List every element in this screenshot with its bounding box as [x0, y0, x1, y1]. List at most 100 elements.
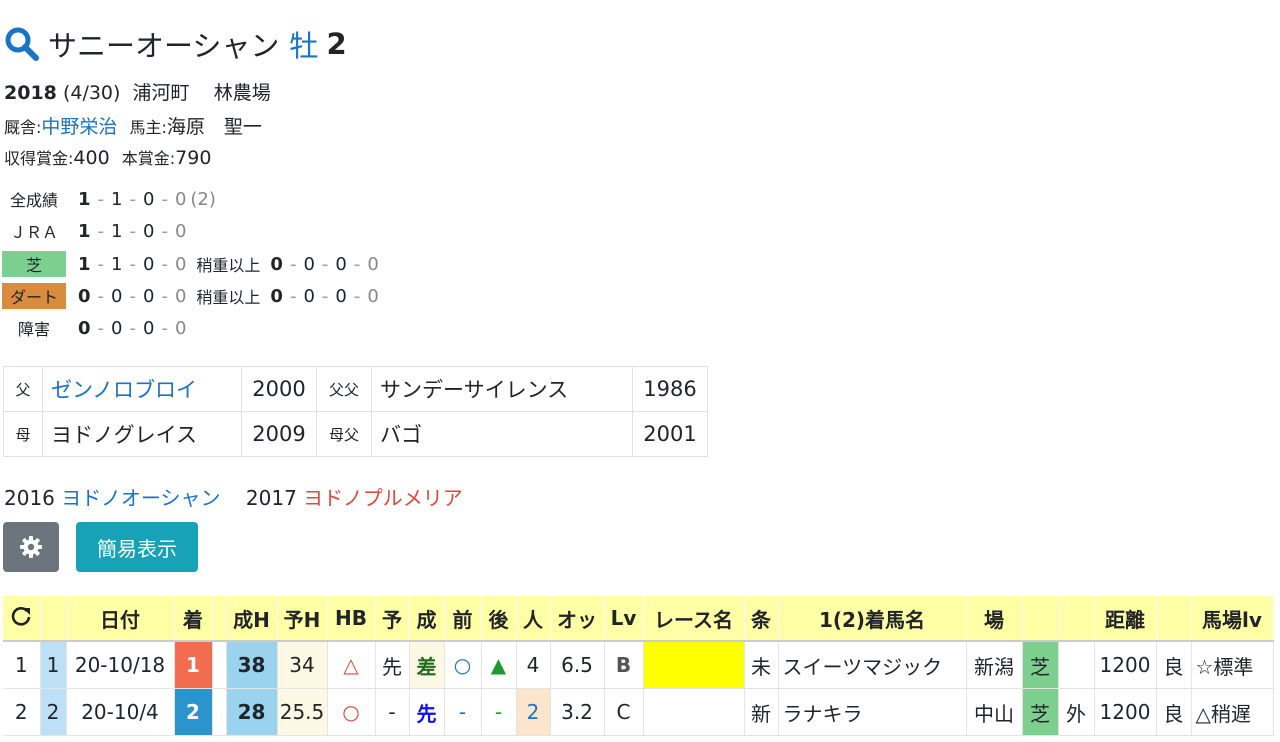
- col-header-track-lv[interactable]: 馬場lv: [1191, 596, 1274, 641]
- col-header-hb[interactable]: HB: [327, 596, 376, 641]
- birth-location: 浦河町: [132, 82, 190, 104]
- gear-icon: [20, 536, 42, 558]
- yo-value: -: [375, 688, 410, 736]
- sire-link[interactable]: ゼンノロブロイ: [42, 366, 242, 412]
- inout: [1058, 640, 1095, 689]
- settings-button[interactable]: [3, 522, 59, 572]
- record-other: 0: [174, 220, 187, 242]
- course: 中山: [966, 688, 1023, 736]
- rival-horse-name[interactable]: ラナキラ: [778, 688, 967, 736]
- col-header: [212, 596, 227, 641]
- record-extra: (2): [190, 188, 216, 210]
- birth-date: (4/30): [62, 82, 121, 104]
- col-header-mae[interactable]: 前: [444, 596, 482, 641]
- race-name[interactable]: [643, 640, 745, 689]
- sibling-year: 2017: [245, 486, 297, 510]
- race-condition: 未: [744, 640, 779, 689]
- going: 良: [1156, 640, 1192, 689]
- record-second: 0: [111, 317, 123, 339]
- distance: 1200: [1094, 688, 1157, 736]
- going: 良: [1156, 688, 1192, 736]
- trainer-link[interactable]: 中野栄治: [41, 116, 117, 138]
- distance: 1200: [1094, 640, 1157, 689]
- record-win: 0: [78, 285, 91, 307]
- breeder: 林農場: [213, 82, 271, 104]
- col-header-distance[interactable]: 距離: [1094, 596, 1157, 641]
- record-other: 0: [174, 317, 187, 339]
- col-header-yo[interactable]: 予: [375, 596, 410, 641]
- col-header-yoh[interactable]: 予H: [277, 596, 328, 641]
- col-header-finish[interactable]: 着: [174, 596, 213, 641]
- rival-horse-name[interactable]: スイーツマジック: [778, 640, 967, 689]
- owner-label: 馬主:: [129, 118, 167, 137]
- table-row[interactable]: 1 1 20-10/18 1 38 34 △ 先 差 ○ ▲ 4 6.5 B 未…: [3, 640, 1274, 689]
- record-turf: 芝 1- 1- 0- 0 稍重以上 0- 0- 0- 0: [2, 250, 379, 278]
- col-header-ato[interactable]: 後: [481, 596, 517, 641]
- horse-age: 2: [326, 27, 347, 61]
- record-sub-label: 稍重以上: [196, 256, 261, 275]
- sire-sire-label: 父父: [316, 366, 372, 412]
- table-row[interactable]: 2 2 20-10/4 2 28 25.5 ○ - 先 - - 2 3.2 C …: [3, 688, 1274, 736]
- col-header-seih[interactable]: 成H: [226, 596, 278, 641]
- record-sub-other: 0: [367, 285, 379, 307]
- yo-value: 先: [375, 640, 410, 689]
- record-sub-second: 0: [303, 253, 315, 275]
- search-icon[interactable]: [4, 26, 40, 62]
- spacer-cell: [212, 640, 227, 689]
- finish-position: 1: [174, 640, 213, 689]
- sei-value: 差: [409, 640, 445, 689]
- seih-value: 38: [226, 640, 278, 689]
- row-index: 1: [40, 640, 67, 689]
- stable-line: 厩舎:中野栄治 馬主:海原 聖一: [4, 112, 262, 139]
- race-name[interactable]: [643, 688, 745, 736]
- horse-name: サニーオーシャン: [48, 29, 280, 63]
- record-other: 0: [174, 285, 187, 307]
- col-header: [1022, 596, 1059, 641]
- yoh-value: 34: [277, 640, 328, 689]
- record-other: 0: [174, 253, 187, 275]
- mae-mark: ○: [444, 640, 482, 689]
- dam-name: ヨドノグレイス: [42, 411, 242, 457]
- pedigree-row-sire: 父 ゼンノロブロイ 2000 父父 サンデーサイレンス 1986: [3, 366, 708, 412]
- prize-line: 収得賞金:400 本賞金:790: [4, 145, 211, 169]
- col-header-odds[interactable]: オッ: [550, 596, 605, 641]
- sibling-link[interactable]: ヨドノオーシャン: [61, 486, 220, 510]
- hb-mark: ○: [327, 688, 376, 736]
- record-second: 1: [111, 253, 123, 275]
- birth-line: 2018 (4/30) 浦河町 林農場: [4, 78, 271, 105]
- race-date: 20-10/18: [66, 640, 175, 689]
- pedigree-table: 父 ゼンノロブロイ 2000 父父 サンデーサイレンス 1986 母 ヨドノグレ…: [3, 366, 708, 457]
- col-header-lv[interactable]: Lv: [604, 596, 644, 641]
- col-header-rival[interactable]: 1(2)着馬名: [778, 596, 967, 641]
- record-label: 芝: [2, 251, 66, 277]
- horse-sex: 牡: [289, 29, 319, 63]
- record-jra: ＪＲＡ 1- 1- 0- 0: [2, 217, 186, 245]
- course: 新潟: [966, 640, 1023, 689]
- col-header-popularity[interactable]: 人: [516, 596, 551, 641]
- simple-view-button[interactable]: 簡易表示: [76, 522, 198, 572]
- record-second: 0: [111, 285, 123, 307]
- col-header-course[interactable]: 場: [966, 596, 1023, 641]
- record-sub-third: 0: [335, 253, 347, 275]
- col-header-race-name[interactable]: レース名: [643, 596, 745, 641]
- col-header: [40, 596, 67, 641]
- col-header-condition[interactable]: 条: [744, 596, 779, 641]
- sire-sire-name: サンデーサイレンス: [371, 366, 633, 412]
- birth-year: 2018: [4, 82, 57, 104]
- sibling-link[interactable]: ヨドノプルメリア: [303, 486, 463, 510]
- refresh-button[interactable]: [3, 596, 41, 641]
- siblings-line: 2016 ヨドノオーシャン 2017 ヨドノプルメリア: [4, 482, 463, 511]
- spacer-cell: [212, 688, 227, 736]
- ato-mark: -: [481, 688, 517, 736]
- row-index: 2: [40, 688, 67, 736]
- col-header: [1156, 596, 1192, 641]
- sire-label: 父: [3, 366, 43, 412]
- owner-name: 海原 聖一: [166, 116, 262, 138]
- col-header-date[interactable]: 日付: [66, 596, 175, 641]
- prize-label: 本賞金:: [121, 149, 176, 168]
- col-header-sei[interactable]: 成: [409, 596, 445, 641]
- race-condition: 新: [744, 688, 779, 736]
- record-win: 1: [78, 253, 91, 275]
- odds: 3.2: [550, 688, 605, 736]
- record-win: 1: [78, 220, 91, 242]
